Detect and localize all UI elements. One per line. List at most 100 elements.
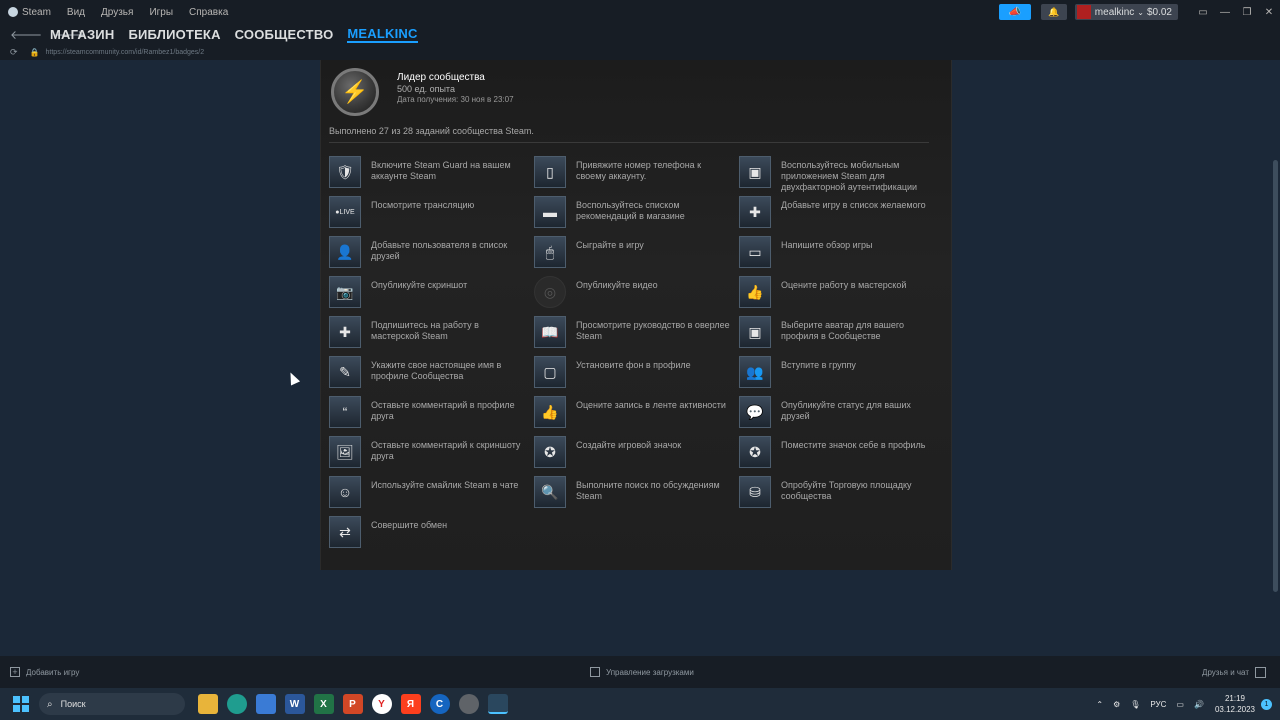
task-item[interactable]: 👍 Оцените работу в мастерской xyxy=(739,276,939,310)
task-item[interactable]: ⛁ Опробуйте Торговую площадку сообщества xyxy=(739,476,939,510)
display-icon[interactable]: ▭ xyxy=(1176,700,1184,709)
windows-taskbar: ⌕ Поиск W X P Y Я C ⌃ ⚙ 🎙 РУС ▭ 🔊 21:19 … xyxy=(0,688,1280,720)
clock-date: 03.12.2023 xyxy=(1214,705,1255,714)
volume-icon[interactable]: 🔊 xyxy=(1194,700,1204,709)
tab-community[interactable]: СООБЩЕСТВО xyxy=(235,27,334,42)
taskbar-search[interactable]: ⌕ Поиск xyxy=(39,693,185,715)
downloads-button[interactable]: Управление загрузками xyxy=(590,667,694,677)
steam-taskbar-icon[interactable] xyxy=(487,694,508,714)
menu-help[interactable]: Справка xyxy=(189,7,228,18)
account-menu[interactable]: mealkinc ⌄ $0.02 xyxy=(1074,4,1178,20)
task-item[interactable]: 💬 Опубликуйте статус для ваших друзей xyxy=(739,396,939,430)
add-game-button[interactable]: + Добавить игру xyxy=(10,667,79,677)
word-icon[interactable]: W xyxy=(284,694,305,714)
task-label: Просмотрите руководство в оверлее Steam xyxy=(576,320,730,341)
task-item[interactable]: ☺ Используйте смайлик Steam в чате xyxy=(329,476,529,510)
search-discussions-icon: 🔍 xyxy=(534,476,566,508)
task-label: Сыграйте в игру xyxy=(576,240,644,250)
menu-view[interactable]: Вид xyxy=(67,7,85,18)
task-label: Опубликуйте скриншот xyxy=(371,280,468,290)
mobile-auth-icon: ▣ xyxy=(739,156,771,188)
thumbs-up-icon: 👍 xyxy=(739,276,771,308)
back-arrow-icon[interactable]: 🡐 xyxy=(10,27,42,42)
ccleaner-icon[interactable]: C xyxy=(429,694,450,714)
announcements-button[interactable]: 📣 xyxy=(998,4,1031,20)
task-item[interactable]: 👍 Оцените запись в ленте активности xyxy=(534,396,734,430)
network-icon[interactable]: ⚙ xyxy=(1113,700,1120,709)
mouse-icon: 🖱 xyxy=(534,236,566,268)
excel-icon[interactable]: X xyxy=(313,694,334,714)
task-label: Используйте смайлик Steam в чате xyxy=(371,480,519,490)
task-item[interactable]: ✚ Подпишитесь на работу в мастерской Stea… xyxy=(329,316,529,350)
edge-icon[interactable] xyxy=(226,694,247,714)
nav-bar: 🡐 🡒 МАГАЗИН БИБЛИОТЕКА СООБЩЕСТВО MEALKI… xyxy=(0,24,1280,44)
task-label: Воспользуйтесь мобильным приложением Ste… xyxy=(781,160,918,192)
notification-count[interactable]: 1 xyxy=(1261,698,1272,710)
tab-library[interactable]: БИБЛИОТЕКА xyxy=(128,27,220,42)
thumbs-up-icon: 👍 xyxy=(534,396,566,428)
yandex-icon[interactable]: Я xyxy=(400,694,421,714)
task-label: Добавьте игру в список желаемого xyxy=(781,200,926,210)
friends-chat-button[interactable]: Друзья и чат xyxy=(1202,666,1266,678)
reload-icon[interactable]: ⟳ xyxy=(10,47,18,58)
task-item[interactable]: ▣ Выберите аватар для вашего профиля в Со… xyxy=(739,316,939,350)
queue-icon: ▬ xyxy=(534,196,566,228)
task-label: Вступите в группу xyxy=(781,360,856,370)
maximize-icon[interactable]: ❐ xyxy=(1236,7,1258,18)
task-label: Оставьте комментарий в профиле друга xyxy=(371,400,515,421)
task-item[interactable]: 📖 Просмотрите руководство в оверлее Steam xyxy=(534,316,734,350)
tab-store[interactable]: МАГАЗИН xyxy=(50,27,114,42)
task-item[interactable]: ⇄ Совершите обмен xyxy=(329,516,529,550)
screenshot-comment-icon: 🖼 xyxy=(329,436,361,468)
title-bar: Steam Вид Друзья Игры Справка 📣 🔔 mealki… xyxy=(0,0,1280,24)
chrome-icon[interactable] xyxy=(458,694,479,714)
tab-profile[interactable]: MEALKINC xyxy=(347,26,418,43)
status-icon: 💬 xyxy=(739,396,771,428)
task-item[interactable]: 🖱 Сыграйте в игру xyxy=(534,236,734,270)
explorer-icon[interactable] xyxy=(197,694,218,714)
chevron-up-icon[interactable]: ⌃ xyxy=(1096,700,1103,709)
menu-friends[interactable]: Друзья xyxy=(101,7,133,18)
scrollbar[interactable] xyxy=(1270,60,1280,656)
task-item[interactable]: ✪ Поместите значок себе в профиль xyxy=(739,436,939,470)
store-icon[interactable] xyxy=(255,694,276,714)
task-item[interactable]: 🛡 Включите Steam Guard на вашем аккаунте … xyxy=(329,156,529,190)
powerpoint-icon[interactable]: P xyxy=(342,694,363,714)
chevron-down-icon: ⌄ xyxy=(1137,7,1144,17)
clock[interactable]: 21:19 03.12.2023 xyxy=(1215,693,1255,715)
big-picture-icon[interactable]: ▭ xyxy=(1192,7,1214,18)
task-item[interactable]: ●LIVE Посмотрите трансляцию xyxy=(329,196,529,230)
url-text[interactable]: https://steamcommunity.com/id/Rambez1/ba… xyxy=(46,49,205,56)
task-item[interactable]: 🔍 Выполните поиск по обсуждениям Steam xyxy=(534,476,734,510)
minimize-icon[interactable]: — xyxy=(1214,7,1236,18)
task-item[interactable]: ✚ Добавьте игру в список желаемого xyxy=(739,196,939,230)
task-label: Привяжите номер телефона к своему аккаун… xyxy=(576,160,702,181)
task-item[interactable]: 👤 Добавьте пользователя в список друзей xyxy=(329,236,529,270)
task-item[interactable]: 🖼 Оставьте комментарий к скриншоту друга xyxy=(329,436,529,470)
microphone-icon[interactable]: 🎙 xyxy=(1130,700,1140,709)
task-item[interactable]: ✪ Создайте игровой значок xyxy=(534,436,734,470)
task-label: Выполните поиск по обсуждениям Steam xyxy=(576,480,720,501)
task-item[interactable]: ▣ Воспользуйтесь мобильным приложением St… xyxy=(739,156,939,192)
task-item[interactable]: 👥 Вступите в группу xyxy=(739,356,939,390)
task-item[interactable]: ▯ Привяжите номер телефона к своему аккау… xyxy=(534,156,734,190)
scrollbar-thumb[interactable] xyxy=(1273,160,1278,592)
task-item[interactable]: ▬ Воспользуйтесь списком рекомендаций в м… xyxy=(534,196,734,230)
close-icon[interactable]: ✕ xyxy=(1258,7,1280,18)
phone-icon: ▯ xyxy=(534,156,566,188)
menu-games[interactable]: Игры xyxy=(149,7,173,18)
yandex-browser-icon[interactable]: Y xyxy=(371,694,392,714)
task-item[interactable]: ▭ Напишите обзор игры xyxy=(739,236,939,270)
main-menu: Steam Вид Друзья Игры Справка xyxy=(0,7,244,18)
review-icon: ▭ xyxy=(739,236,771,268)
notifications-button[interactable]: 🔔 xyxy=(1040,4,1067,20)
task-label: Оцените работу в мастерской xyxy=(781,280,907,290)
start-icon[interactable] xyxy=(13,696,29,712)
task-item[interactable]: ◎ Опубликуйте видео xyxy=(534,276,734,310)
menu-steam[interactable]: Steam xyxy=(8,7,51,18)
task-item[interactable]: 📷 Опубликуйте скриншот xyxy=(329,276,529,310)
task-item[interactable]: ✎ Укажите свое настоящее имя в профиле Со… xyxy=(329,356,529,390)
task-item[interactable]: ▢ Установите фон в профиле xyxy=(534,356,734,390)
task-item[interactable]: “ Оставьте комментарий в профиле друга xyxy=(329,396,529,430)
language-indicator[interactable]: РУС xyxy=(1150,700,1166,709)
